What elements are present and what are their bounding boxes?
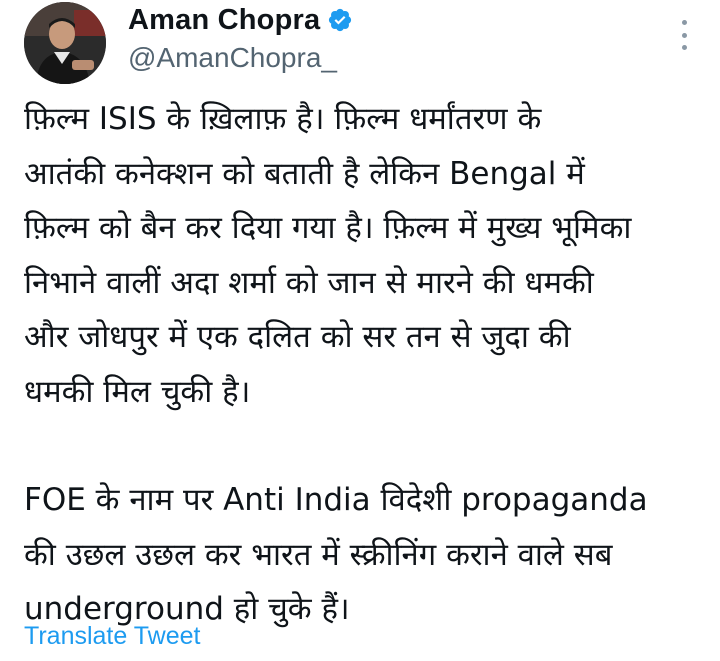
dot bbox=[681, 20, 687, 25]
tweet-line: और जोधपुर में एक दलित को सर तन से जुदा क… bbox=[24, 319, 571, 355]
avatar-photo bbox=[24, 2, 106, 84]
verified-badge-icon bbox=[327, 7, 353, 33]
tweet-line: आतंकी कनेक्शन को बताती है लेकिन Bengal म… bbox=[24, 155, 585, 192]
tweet-line: फ़िल्म को बैन कर दिया गया है। फ़िल्म में… bbox=[24, 210, 632, 246]
translate-tweet-link[interactable]: Translate Tweet bbox=[24, 622, 200, 651]
dot bbox=[681, 45, 687, 50]
avatar[interactable] bbox=[24, 2, 106, 84]
more-vertical-icon[interactable] bbox=[678, 20, 690, 50]
tweet-line: फ़िल्म ISIS के ख़िलाफ़ है। फ़िल्म धर्मां… bbox=[24, 101, 542, 137]
tweet-line: निभाने वालीं अदा शर्मा को जान से मारने क… bbox=[24, 264, 594, 301]
tweet-line: धमकी मिल चुकी है। bbox=[24, 373, 251, 410]
display-name-row: Aman Chopra bbox=[128, 0, 353, 40]
dot bbox=[681, 32, 687, 38]
author-block: Aman Chopra @AmanChopra_ bbox=[128, 0, 353, 74]
tweet-line: की उछल उछल कर भारत में स्क्रीनिंग कराने … bbox=[24, 536, 613, 573]
display-name[interactable]: Aman Chopra bbox=[128, 4, 320, 37]
handle[interactable]: @AmanChopra_ bbox=[128, 42, 353, 74]
tweet-text: फ़िल्म ISIS के ख़िलाफ़ है। फ़िल्म धर्मां… bbox=[24, 92, 704, 637]
tweet-line: FOE के नाम पर Anti India विदेशी propagan… bbox=[24, 482, 648, 518]
tweet-card: Aman Chopra @AmanChopra_ फ़िल्म ISIS के … bbox=[0, 0, 720, 661]
tweet-paragraph-1: फ़िल्म ISIS के ख़िलाफ़ है। फ़िल्म धर्मां… bbox=[24, 92, 704, 419]
tweet-paragraph-2: FOE के नाम पर Anti India विदेशी propagan… bbox=[24, 473, 704, 637]
